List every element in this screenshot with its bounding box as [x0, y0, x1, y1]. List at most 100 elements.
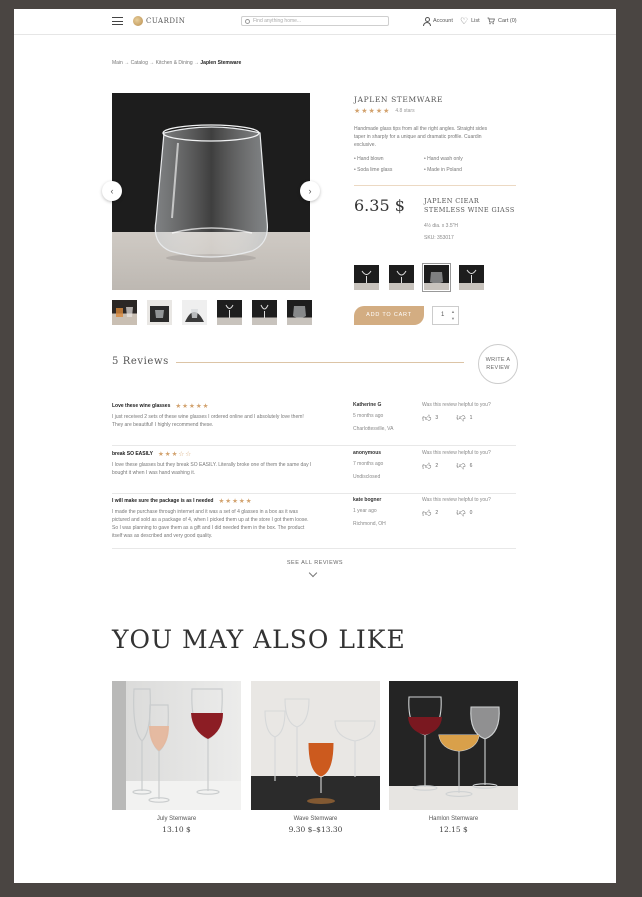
review-title: I will make sure the package is as I nee… — [112, 498, 214, 504]
gallery-next-button[interactable]: › — [300, 181, 320, 201]
reviews-divider — [176, 362, 464, 363]
chevron-down-icon[interactable] — [308, 568, 318, 578]
divider — [354, 185, 516, 186]
breadcrumb-current: Japlen Stemware — [200, 60, 242, 66]
account-link[interactable]: Account — [423, 17, 453, 26]
breadcrumb-item[interactable]: Kitchen & Dining — [156, 60, 193, 66]
quantity-down-icon[interactable]: ▼ — [451, 317, 455, 321]
breadcrumb: Main → Catalog → Kitchen & Dining → Japl… — [112, 60, 242, 66]
glass-illustration — [154, 124, 269, 262]
logo-text: CUARDIN — [146, 17, 186, 25]
downvote-count: 6 — [469, 463, 473, 469]
see-all-reviews-link[interactable]: SEE ALL REVIEWS — [14, 560, 616, 566]
product-card-name: Wave Stemware — [293, 816, 338, 822]
variant-option[interactable] — [459, 265, 484, 290]
review-location: Undisclosed — [353, 474, 381, 480]
review-body: I just received 2 sets of these wine gla… — [112, 414, 304, 428]
review-votes: 👍︎ 2 👍︎ 6 — [422, 461, 472, 471]
review-header: I will make sure the package is as I nee… — [112, 497, 253, 505]
reviews-title: 5 Reviews — [112, 356, 169, 367]
thumbs-down-icon[interactable]: 👍︎ — [456, 413, 465, 423]
helpful-label: Was this review helpful to you? — [422, 497, 491, 503]
thumbs-down-icon[interactable]: 👍︎ — [456, 461, 465, 471]
review-title: break SO EASILY — [112, 451, 153, 457]
review-author: kate bogner — [353, 497, 382, 503]
variant-option[interactable] — [389, 265, 414, 290]
feature-item: Made in Poland — [424, 167, 504, 173]
review-votes: 👍︎ 2 👍︎ 0 — [422, 508, 472, 518]
feature-item: Hand blown — [354, 156, 424, 162]
gallery-thumbnails — [112, 300, 312, 325]
gallery-thumbnail[interactable] — [217, 300, 242, 325]
review-votes: 👍︎ 3 👍︎ 1 — [422, 413, 472, 423]
downvote-count: 0 — [469, 510, 473, 516]
product-price: 6.35 $ — [354, 196, 405, 215]
quantity-stepper[interactable]: 1 ▲ ▼ — [432, 306, 459, 325]
site-header: CUARDIN Find anything home... Account ♡ … — [14, 9, 616, 35]
review-header: break SO EASILY ★★★☆☆ — [112, 450, 192, 458]
chevron-right-icon: › — [308, 186, 312, 196]
add-to-cart-button[interactable]: ADD TO CART — [354, 306, 424, 325]
thumbs-up-icon[interactable]: 👍︎ — [422, 508, 431, 518]
search-input[interactable]: Find anything home... — [241, 16, 389, 26]
variant-option-selected[interactable] — [422, 263, 451, 292]
downvote-count: 1 — [469, 415, 473, 421]
helpful-label: Was this review helpful to you? — [422, 450, 491, 456]
cart-link[interactable]: Cart (0) — [487, 17, 517, 25]
helpful-label: Was this review helpful to you? — [422, 402, 491, 408]
breadcrumb-item[interactable]: Main — [112, 60, 123, 66]
search-icon — [245, 18, 250, 24]
variant-name: JAPLEN CIEAR STEMLESS WINE GIASS — [424, 197, 515, 214]
gallery-prev-button[interactable]: ‹ — [102, 181, 122, 201]
product-card[interactable]: Hamlon Stemware 12.15 $ — [389, 681, 518, 834]
product-description: Handmade glass tips from all the right a… — [354, 126, 488, 148]
rating-stars: ★★★★★ — [354, 108, 391, 115]
variant-option[interactable] — [354, 265, 379, 290]
write-review-button[interactable]: WRITE A REVIEW — [478, 344, 518, 384]
review-author: Katherine G — [353, 402, 382, 408]
product-card-image — [251, 681, 380, 810]
gallery-thumbnail[interactable] — [147, 300, 172, 325]
section-title: YOU MAY ALSO LIKE — [112, 625, 406, 654]
review-header: Love these wine glasses ★★★★★ — [112, 402, 210, 410]
gallery-thumbnail[interactable] — [182, 300, 207, 325]
product-card-name: July Stemware — [156, 816, 197, 822]
review-body: I made the purchase through internet and… — [112, 509, 309, 539]
product-card-price: 9.30 $–$13.30 — [288, 825, 343, 834]
product-card[interactable]: Wave Stemware 9.30 $–$13.30 — [251, 681, 380, 834]
heart-icon: ♡ — [460, 16, 469, 26]
breadcrumb-item[interactable]: Catalog — [131, 60, 148, 66]
product-card-image — [112, 681, 241, 810]
gallery-thumbnail[interactable] — [252, 300, 277, 325]
review-time: 7 months ago — [353, 461, 384, 467]
review-stars: ★★★☆☆ — [157, 451, 193, 458]
feature-item: Soda lime glass — [354, 167, 424, 173]
write-review-label: WRITE A — [485, 357, 511, 363]
upvote-count: 3 — [435, 415, 439, 421]
menu-icon[interactable] — [112, 17, 123, 25]
account-icon — [423, 17, 431, 26]
list-link[interactable]: ♡ List — [460, 16, 480, 26]
quantity-value: 1 — [441, 312, 445, 318]
gallery-thumbnail[interactable] — [287, 300, 312, 325]
thumbs-down-icon[interactable]: 👍︎ — [456, 508, 465, 518]
review-title: Love these wine glasses — [112, 403, 171, 409]
review-location: Charlottesville, VA — [353, 426, 394, 432]
product-card[interactable]: July Stemware 13.10 $ — [112, 681, 241, 834]
upvote-count: 2 — [435, 510, 439, 516]
gallery-thumbnail[interactable] — [112, 300, 137, 325]
product-rating[interactable]: ★★★★★ 4.8 stars — [354, 107, 415, 115]
variant-sku: SKU: 353017 — [424, 235, 454, 241]
product-card-price: 13.10 $ — [162, 825, 191, 834]
review-item: Love these wine glasses ★★★★★ I just rec… — [112, 402, 516, 446]
quantity-up-icon[interactable]: ▲ — [451, 310, 455, 314]
rating-text: 4.8 stars — [395, 108, 415, 114]
product-title: JAPLEN STEMWARE — [354, 95, 444, 104]
cart-label: Cart (0) — [498, 18, 517, 24]
thumbs-up-icon[interactable]: 👍︎ — [422, 413, 431, 423]
write-review-label: REVIEW — [486, 365, 510, 371]
logo[interactable]: CUARDIN — [133, 16, 185, 26]
thumbs-up-icon[interactable]: 👍︎ — [422, 461, 431, 471]
product-card-name: Hamlon Stemware — [428, 816, 479, 822]
review-body: I love these glasses but they break SO E… — [112, 462, 312, 476]
